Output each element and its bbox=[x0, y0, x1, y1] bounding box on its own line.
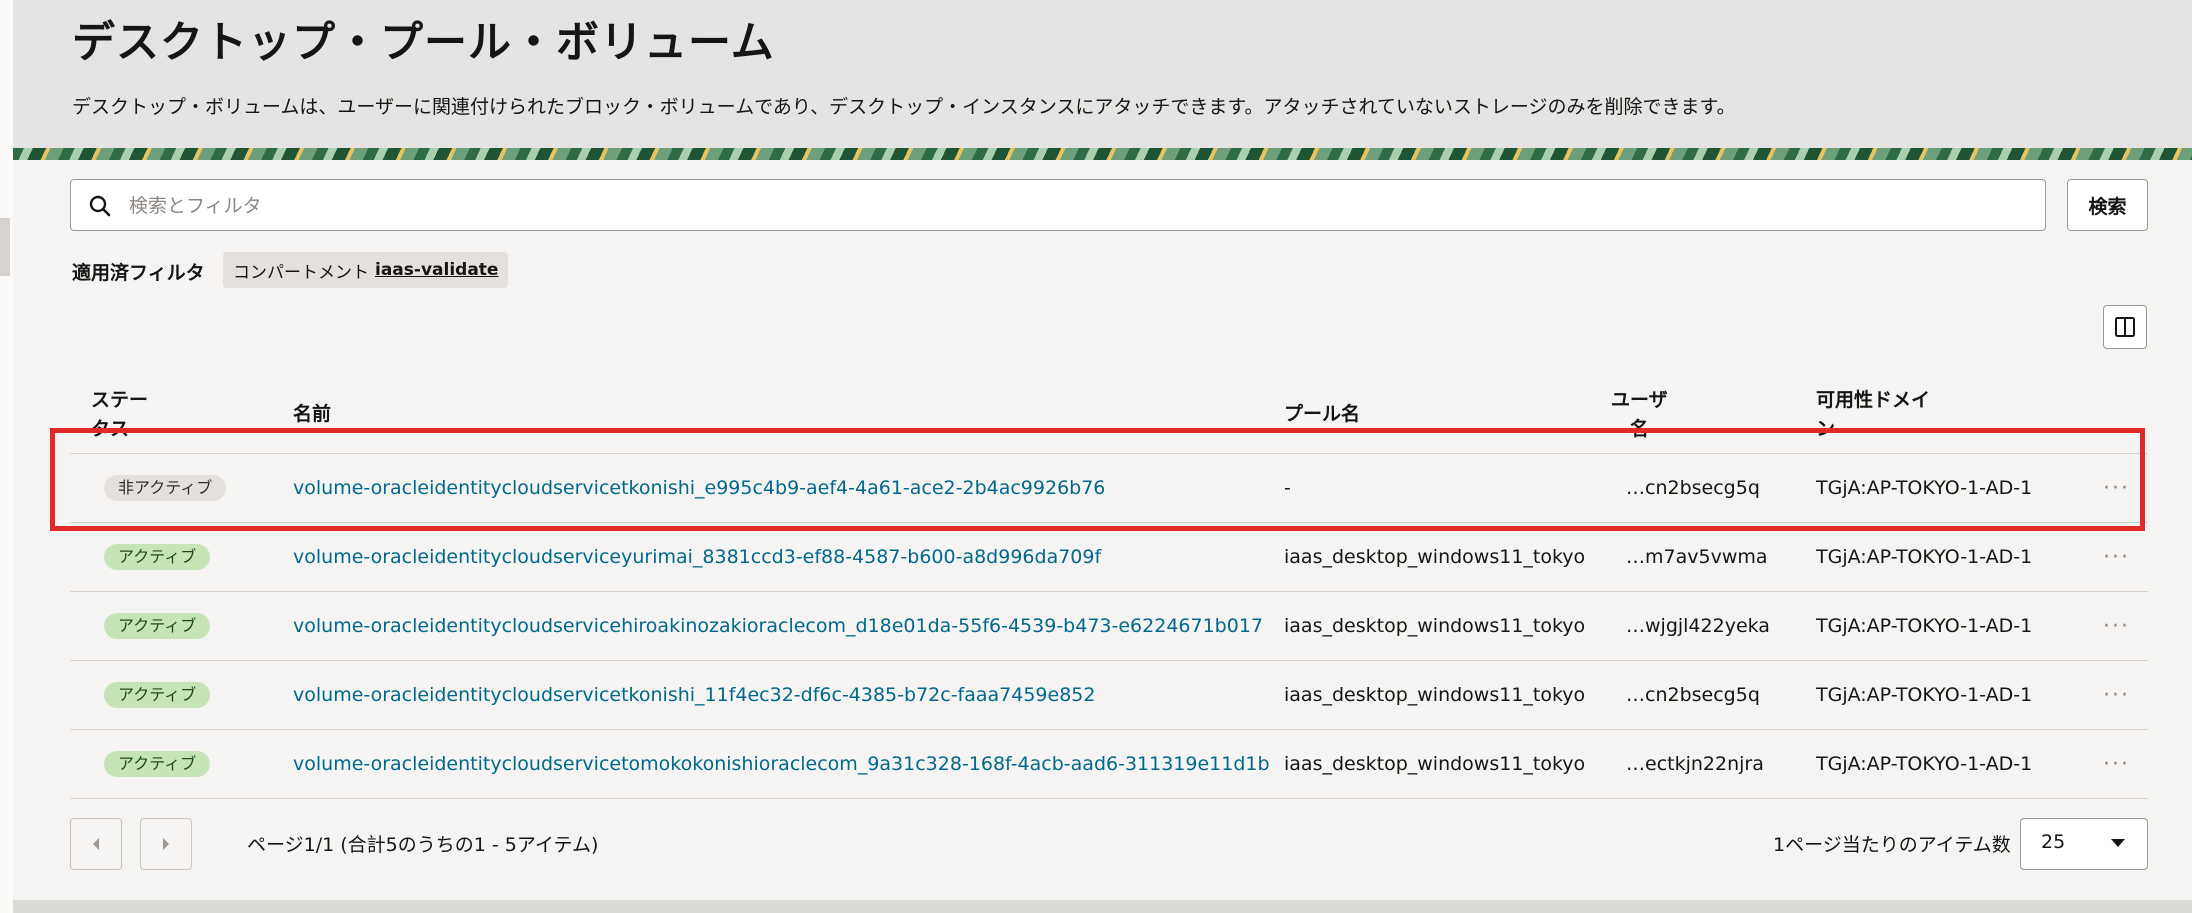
pool-name-cell: iaas_desktop_windows11_tokyo bbox=[1284, 684, 1586, 706]
volume-name-link[interactable]: volume-oracleidentitycloudserviceyurimai… bbox=[293, 523, 1101, 591]
header-name[interactable]: 名前 bbox=[293, 400, 331, 429]
header-status-line1: ステー bbox=[91, 389, 149, 411]
user-name-cell: …wjgjl422yeka bbox=[1626, 615, 1770, 637]
pool-name-cell: iaas_desktop_windows11_tokyo bbox=[1284, 546, 1586, 568]
left-rail bbox=[0, 0, 14, 913]
row-actions-menu[interactable]: ··· bbox=[2103, 661, 2130, 729]
status-badge: アクティブ bbox=[104, 613, 211, 639]
filter-chip-value[interactable]: iaas-validate bbox=[375, 260, 498, 280]
header-pool-name[interactable]: プール名 bbox=[1284, 400, 1360, 429]
next-page-button[interactable] bbox=[140, 818, 192, 870]
table-row[interactable]: アクティブ volume-oracleidentitycloudservicehi… bbox=[70, 592, 2148, 660]
chevron-left-icon bbox=[93, 838, 99, 850]
search-input[interactable] bbox=[127, 180, 2031, 232]
per-page-select[interactable]: 25 bbox=[2020, 818, 2148, 870]
filter-chip-compartment[interactable]: コンパートメント iaas-validate bbox=[223, 252, 509, 288]
footer-strip bbox=[13, 900, 2192, 913]
search-button[interactable]: 検索 bbox=[2067, 179, 2148, 231]
status-cell: アクティブ bbox=[104, 523, 211, 591]
table-row[interactable]: アクティブ volume-oracleidentitycloudserviceyu… bbox=[70, 523, 2148, 591]
user-name-cell: …ectkjn22njra bbox=[1626, 753, 1764, 775]
status-cell: アクティブ bbox=[104, 592, 211, 660]
per-page-label: 1ページ当たりのアイテム数 bbox=[1773, 834, 2011, 856]
pagination-summary: ページ1/1 (合計5のうちの1 - 5アイテム) bbox=[247, 834, 599, 856]
row-actions-menu[interactable]: ··· bbox=[2103, 523, 2130, 591]
caret-down-icon bbox=[2111, 839, 2125, 847]
columns-icon bbox=[2115, 317, 2135, 337]
prev-page-button[interactable] bbox=[70, 818, 122, 870]
page-header: デスクトップ・プール・ボリューム デスクトップ・ボリュームは、ユーザーに関連付け… bbox=[13, 0, 2192, 150]
table-row[interactable]: アクティブ volume-oracleidentitycloudserviceto… bbox=[70, 730, 2148, 798]
availability-domain-cell: TGjA:AP-TOKYO-1-AD-1 bbox=[1816, 684, 2033, 706]
volume-name-link[interactable]: volume-oracleidentitycloudservicetkonish… bbox=[293, 661, 1095, 729]
highlight-box bbox=[50, 428, 2145, 531]
filter-chip-key: コンパートメント bbox=[233, 262, 369, 283]
table-row[interactable]: アクティブ volume-oracleidentitycloudservicetk… bbox=[70, 661, 2148, 729]
header-user-line1: ユーザ bbox=[1611, 389, 1668, 411]
search-box[interactable] bbox=[70, 179, 2046, 232]
row-actions-menu[interactable]: ··· bbox=[2103, 730, 2130, 798]
decorative-banner bbox=[13, 148, 2192, 160]
page-description: デスクトップ・ボリュームは、ユーザーに関連付けられたブロック・ボリュームであり、… bbox=[72, 96, 1736, 118]
status-cell: アクティブ bbox=[104, 730, 211, 798]
volume-name-link[interactable]: volume-oracleidentitycloudservicetomokok… bbox=[293, 730, 1270, 798]
availability-domain-cell: TGjA:AP-TOKYO-1-AD-1 bbox=[1816, 546, 2033, 568]
user-name-cell: …m7av5vwma bbox=[1626, 546, 1768, 568]
status-cell: アクティブ bbox=[104, 661, 211, 729]
per-page-value: 25 bbox=[2041, 831, 2066, 853]
status-badge: アクティブ bbox=[104, 544, 211, 570]
search-icon bbox=[89, 195, 111, 217]
volume-name-link[interactable]: volume-oracleidentitycloudservicehiroaki… bbox=[293, 592, 1263, 660]
rail-handle[interactable] bbox=[0, 218, 10, 276]
row-actions-menu[interactable]: ··· bbox=[2103, 592, 2130, 660]
user-name-cell: …cn2bsecg5q bbox=[1626, 684, 1760, 706]
page-title: デスクトップ・プール・ボリューム bbox=[72, 18, 775, 68]
availability-domain-cell: TGjA:AP-TOKYO-1-AD-1 bbox=[1816, 615, 2033, 637]
status-badge: アクティブ bbox=[104, 682, 211, 708]
status-badge: アクティブ bbox=[104, 751, 211, 777]
chevron-right-icon bbox=[163, 838, 169, 850]
applied-filters-label: 適用済フィルタ bbox=[72, 262, 205, 284]
availability-domain-cell: TGjA:AP-TOKYO-1-AD-1 bbox=[1816, 753, 2033, 775]
header-ad-line1: 可用性ドメイ bbox=[1816, 389, 1931, 411]
pool-name-cell: iaas_desktop_windows11_tokyo bbox=[1284, 615, 1586, 637]
pool-name-cell: iaas_desktop_windows11_tokyo bbox=[1284, 753, 1586, 775]
row-divider bbox=[70, 798, 2148, 799]
manage-columns-button[interactable] bbox=[2103, 305, 2147, 349]
